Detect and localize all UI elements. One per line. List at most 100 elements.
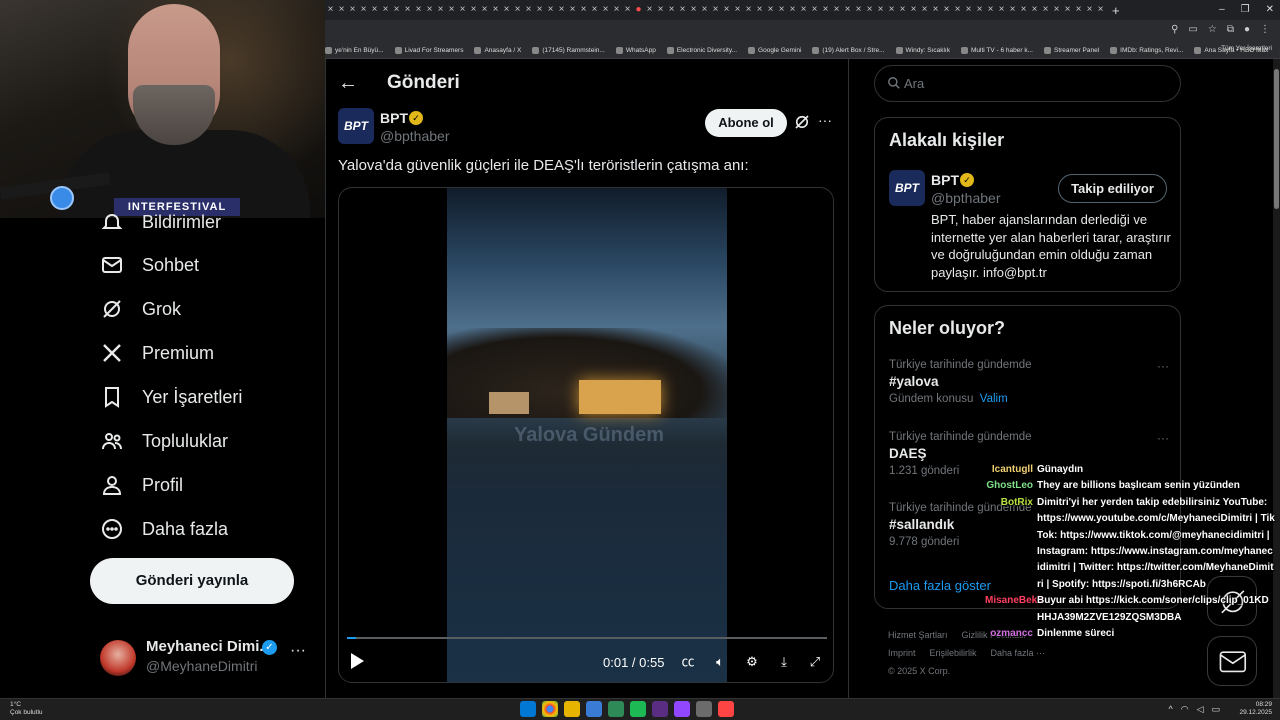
nav-chat[interactable]: Sohbet [100, 253, 199, 277]
browser-tab-close-icon[interactable]: × [589, 0, 600, 20]
browser-tab-close-icon[interactable]: × [600, 0, 611, 20]
app-icon[interactable] [696, 701, 712, 717]
browser-tab-close-icon[interactable]: × [413, 0, 424, 20]
fullscreen-icon[interactable]: ⤢ [806, 653, 824, 671]
captions-icon[interactable]: ㏄ [679, 653, 697, 671]
browser-tab-close-icon[interactable]: × [831, 0, 842, 20]
browser-tab-close-icon[interactable]: × [1018, 0, 1029, 20]
browser-tab-close-icon[interactable]: × [941, 0, 952, 20]
bookmark-item[interactable]: Livad For Streamers [394, 46, 463, 54]
browser-tab-close-icon[interactable]: × [1084, 0, 1095, 20]
browser-tab-close-icon[interactable]: × [721, 0, 732, 20]
subscribe-button[interactable]: Abone ol [705, 109, 787, 137]
account-switcher[interactable]: Meyhaneci Dimi... ✓ @MeyhaneDimitri ··· [100, 636, 310, 676]
browser-tab-close-icon[interactable]: × [325, 0, 336, 20]
minimize-icon[interactable]: – [1219, 0, 1225, 20]
browser-tab-close-icon[interactable]: × [1040, 0, 1051, 20]
browser-tab-close-icon[interactable]: × [1029, 0, 1040, 20]
nav-premium[interactable]: Premium [100, 341, 214, 365]
chevron-up-icon[interactable]: ^ [1168, 704, 1172, 715]
zoom-icon[interactable]: ⚲ [1171, 24, 1178, 35]
nav-profile[interactable]: Profil [100, 473, 183, 497]
browser-tab-close-icon[interactable]: × [743, 0, 754, 20]
bookmark-item[interactable]: Multi TV - 6 haber k... [960, 46, 1033, 54]
volume-icon[interactable]: ◁ [1197, 704, 1204, 715]
browser-tab-close-icon[interactable]: × [688, 0, 699, 20]
browser-tab-close-icon[interactable]: × [1062, 0, 1073, 20]
more-horizontal-icon[interactable]: ··· [1157, 359, 1169, 373]
more-horizontal-icon[interactable]: ··· [818, 112, 832, 128]
browser-tab-close-icon[interactable]: × [765, 0, 776, 20]
browser-tab-close-icon[interactable]: × [908, 0, 919, 20]
new-tab-icon[interactable]: + [1112, 3, 1120, 18]
browser-tab-close-icon[interactable]: × [501, 0, 512, 20]
trend-item[interactable]: Türkiye tarihinde gündemde #yalova Günde… [889, 359, 1169, 405]
author-name[interactable]: BPT [380, 110, 408, 126]
related-name[interactable]: BPT [931, 172, 959, 188]
browser-tab-close-icon[interactable]: × [490, 0, 501, 20]
browser-tab-close-icon[interactable]: ● [633, 0, 644, 20]
steam-icon[interactable] [608, 701, 624, 717]
footer-link[interactable]: Hizmet Şartları [888, 630, 948, 640]
nav-more[interactable]: Daha fazla [100, 517, 228, 541]
footer-link[interactable]: Erişilebilirlik [930, 648, 977, 658]
browser-tab-close-icon[interactable]: × [952, 0, 963, 20]
browser-tab-close-icon[interactable]: × [402, 0, 413, 20]
post-button[interactable]: Gönderi yayınla [90, 558, 294, 604]
bookmark-item[interactable]: WhatsApp [615, 46, 656, 54]
browser-tab-close-icon[interactable]: × [644, 0, 655, 20]
browser-tab-close-icon[interactable]: × [776, 0, 787, 20]
profile-icon[interactable]: ● [1244, 24, 1250, 35]
browser-tab-close-icon[interactable]: × [1095, 0, 1106, 20]
browser-tab-close-icon[interactable]: × [479, 0, 490, 20]
browser-tab-close-icon[interactable]: × [424, 0, 435, 20]
back-arrow-icon[interactable]: ← [338, 72, 358, 95]
browser-tab-close-icon[interactable]: × [567, 0, 578, 20]
browser-tab-close-icon[interactable]: × [369, 0, 380, 20]
battery-icon[interactable]: ▭ [1211, 704, 1220, 715]
more-horizontal-icon[interactable]: ··· [290, 642, 306, 660]
browser-tab-close-icon[interactable]: × [534, 0, 545, 20]
related-handle[interactable]: @bpthaber [931, 190, 1000, 206]
browser-tab-close-icon[interactable]: × [930, 0, 941, 20]
nav-grok[interactable]: Grok [100, 297, 181, 321]
all-bookmarks-button[interactable]: Tüm Yer İşaretleri [1221, 45, 1272, 52]
browser-tab-close-icon[interactable]: × [446, 0, 457, 20]
browser-tab-close-icon[interactable]: × [787, 0, 798, 20]
spotify-icon[interactable] [630, 701, 646, 717]
extensions-icon[interactable]: ⧉ [1227, 24, 1234, 35]
video-progress-bar[interactable] [347, 637, 827, 639]
browser-tab-close-icon[interactable]: × [523, 0, 534, 20]
bookmark-item[interactable]: Google Gemini [748, 46, 801, 54]
browser-tab-close-icon[interactable]: × [974, 0, 985, 20]
related-avatar[interactable]: BPT [889, 170, 925, 206]
weather-widget[interactable]: 1°C Çok bulutlu [10, 701, 43, 717]
browser-tab-close-icon[interactable]: × [919, 0, 930, 20]
browser-tab-close-icon[interactable]: × [391, 0, 402, 20]
browser-tab-close-icon[interactable]: × [699, 0, 710, 20]
grok-icon[interactable] [793, 113, 811, 131]
browser-tab-close-icon[interactable]: × [875, 0, 886, 20]
cast-icon[interactable]: ▭ [1188, 24, 1197, 35]
nav-communities[interactable]: Topluluklar [100, 429, 228, 453]
author-handle[interactable]: @bpthaber [380, 128, 449, 144]
browser-tab-close-icon[interactable]: × [545, 0, 556, 20]
browser-tab-close-icon[interactable]: × [666, 0, 677, 20]
nav-bookmarks[interactable]: Yer İşaretleri [100, 385, 242, 409]
footer-link[interactable]: Imprint [888, 648, 916, 658]
nav-notifications[interactable]: Bildirimler [100, 210, 221, 234]
browser-tab-close-icon[interactable]: × [512, 0, 523, 20]
edge-icon[interactable] [586, 701, 602, 717]
bookmark-item[interactable]: Windy: Sıcaklık [895, 46, 950, 54]
bookmark-item[interactable]: Electronic Diversity... [666, 46, 737, 54]
browser-tab-close-icon[interactable]: × [1051, 0, 1062, 20]
browser-tab-close-icon[interactable]: × [611, 0, 622, 20]
bookmark-item[interactable]: (17145) Rammstein... [532, 46, 605, 54]
bookmark-item[interactable]: IMDb: Ratings, Revi... [1110, 46, 1183, 54]
bookmark-item[interactable]: Streamer Panel [1043, 46, 1099, 54]
app-icon[interactable] [652, 701, 668, 717]
browser-tab-close-icon[interactable]: × [556, 0, 567, 20]
browser-tab-close-icon[interactable]: × [358, 0, 369, 20]
menu-icon[interactable]: ⋮ [1260, 24, 1270, 35]
browser-tab-close-icon[interactable]: × [864, 0, 875, 20]
